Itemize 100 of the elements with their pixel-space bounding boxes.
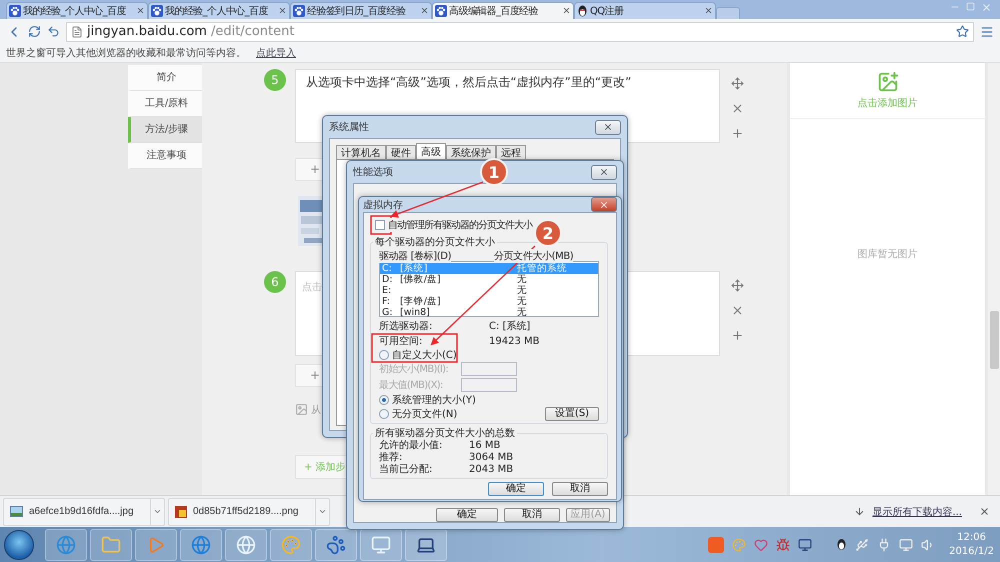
dialog-tab[interactable]: 硬件 [386,145,416,159]
import-link[interactable]: 点此导入 [256,46,296,60]
add-image-label: 点击添加图片 [858,96,918,110]
browser-tab[interactable]: 经验签到日历_百度经验 [290,2,432,19]
settings-button[interactable]: 设置(S) [545,406,599,420]
window-title: 性能选项 [353,166,393,179]
show-all-downloads-link[interactable]: 显示所有下载内容... [872,504,962,519]
nav-item[interactable]: 方法/步骤 [128,116,202,143]
dialog-tab[interactable]: 系统保护 [446,145,496,159]
download-icon [854,506,866,518]
close-button[interactable] [591,197,617,212]
window-title: 虚拟内存 [363,198,403,212]
nav-item[interactable]: 简介 [128,64,202,91]
browser-icon [191,534,211,555]
checkbox-label: 自动管理所有驱动器的分页文件大小 [388,218,532,232]
field-value: 3064 MB [469,452,514,464]
penguin-icon [577,4,588,17]
drive-row[interactable]: D: [佛教/盘] 无 [380,274,598,285]
paw-icon [326,534,346,555]
field-label: 推荐: [379,452,402,464]
dialog-button[interactable]: 取消 [504,508,560,522]
image-file-icon [10,506,23,518]
close-icon[interactable] [136,6,145,16]
field-value: C: [系统] [489,321,530,333]
close-button[interactable] [591,164,617,180]
move-icon[interactable] [731,278,744,292]
dialog-tab[interactable]: 高级 [416,143,446,159]
drive-row[interactable]: F: [李铮/盘] 无 [380,296,598,307]
close-icon [599,200,609,210]
browser-icon [56,534,76,555]
drive-row[interactable]: E: 无 [380,285,598,296]
star-icon[interactable] [956,25,969,38]
close-icon [603,122,613,132]
plus-sign: + [310,368,320,382]
monitor-icon[interactable] [798,538,812,552]
radio-label: 系统管理的大小(Y) [392,394,476,406]
field-label: 所选驱动器: [379,321,432,333]
image-add-icon [876,70,898,93]
play-icon [147,536,165,554]
browser-tab[interactable]: 我的经验_个人中心_百度 [148,2,290,19]
group-title: 每个驱动器的分页文件大小 [374,236,496,249]
close-icon[interactable] [704,6,713,16]
delete-icon[interactable] [731,304,744,317]
close-icon[interactable] [979,506,990,518]
field-value: 2043 MB [469,464,514,476]
close-icon[interactable] [278,6,287,16]
folder-icon [101,534,121,555]
input-method-icon[interactable] [708,536,724,553]
paw-icon [151,4,163,17]
png-file-icon [175,506,187,518]
add-icon[interactable] [731,126,744,140]
delete-icon[interactable] [731,102,744,115]
menu-icon[interactable] [980,24,994,39]
upload-hint: 从 [311,404,321,417]
checkbox[interactable] [375,220,385,230]
address-field[interactable]: jingyan.baidu.com /edit/content [66,22,974,42]
step-number: 5 [264,68,286,91]
drive-row[interactable]: G: [win8] 无 [380,307,598,318]
radio-button[interactable] [379,408,389,418]
bug-icon[interactable] [776,538,790,552]
dialog-button[interactable]: 确定 [436,508,498,522]
nav-item[interactable]: 注意事项 [128,142,202,169]
page-icon [71,26,83,38]
nav-item[interactable]: 工具/原料 [128,90,202,117]
taskbar-button[interactable] [315,528,357,561]
dialog-tab[interactable]: 远程 [496,145,526,159]
taskbar-button[interactable] [405,528,447,561]
close-icon[interactable] [562,6,571,16]
scroll-thumb[interactable] [990,310,998,369]
heart-icon[interactable] [754,538,768,552]
usb-icon[interactable] [855,538,870,552]
download-item[interactable]: a6efce1b9d16fdfa....jpg [3,498,165,526]
browser-tab[interactable]: QQ注册 [574,2,716,19]
browser-tab[interactable]: 我的经验_个人中心_百度 [6,2,148,19]
taskbar-button[interactable] [360,528,402,561]
scrollbar[interactable] [988,62,1000,496]
plus-sign: + [310,162,320,176]
penguin-icon[interactable] [836,538,848,552]
add-icon[interactable] [731,328,744,342]
dialog-tab[interactable]: 计算机名 [336,145,386,159]
radio-button[interactable] [379,350,389,360]
empty-gallery-text: 图库暂无图片 [858,248,918,261]
start-button[interactable] [4,530,34,560]
browser-tab[interactable]: 高级编辑器_百度经验 [432,2,574,19]
undo-icon[interactable] [47,25,60,38]
globe-icon [236,534,256,555]
reload-icon[interactable] [28,25,41,38]
download-item[interactable]: 0d85b71ff5d2189....png [168,498,330,526]
close-button[interactable] [595,120,621,134]
window-title: 系统属性 [329,120,369,134]
paw-icon [9,4,21,17]
move-icon[interactable] [731,76,744,90]
info-message: 世界之窗可导入其他浏览器的收藏和最常访问等内容。 [6,46,246,60]
field-label: 可用空间: [379,336,422,348]
palette-icon [281,534,301,555]
dialog-button[interactable]: 取消 [552,482,608,496]
dialog-button[interactable]: 确定 [488,482,544,496]
radio-button[interactable] [379,394,389,404]
close-icon[interactable] [420,6,429,16]
image-icon [295,403,308,416]
